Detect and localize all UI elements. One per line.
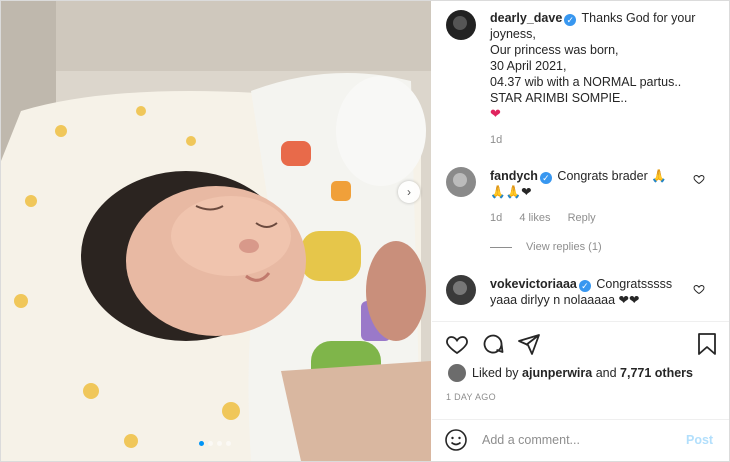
like-button[interactable] [444,331,470,357]
comment-text: Congrats brader 🙏 [557,169,667,183]
comment-icon [483,334,504,354]
others-likes-link[interactable]: 7,771 others [620,366,693,380]
caption-meta: 1d [490,134,516,146]
share-button[interactable] [516,331,542,357]
verified-badge-icon: ✓ [539,172,552,184]
likes-summary: Liked by ajunperwira and 7,771 others [448,364,693,382]
save-button[interactable] [694,331,720,357]
comment-time[interactable]: 1d [490,212,502,224]
commenter-username[interactable]: fandych [490,169,538,183]
comment-text: Congratsssss [596,277,673,291]
post-comment-button[interactable]: Post [686,433,713,447]
smiley-icon[interactable] [444,428,468,452]
post-time-ago[interactable]: 1 DAY AGO [446,392,496,402]
verified-badge-icon: ✓ [564,14,577,26]
liked-by-prefix: Liked by [472,366,519,380]
comment-input[interactable] [482,433,672,447]
caption-text-line: Our princess was born, [490,43,619,57]
carousel-dot [217,441,222,446]
reply-button[interactable]: Reply [568,212,596,224]
caption-text-line: 30 April 2021, [490,59,567,73]
caption-text-line: 04.37 wib with a NORMAL partus.. [490,75,682,89]
commenter-username[interactable]: vokevictoriaaa [490,277,577,291]
comment-item: vokevictoriaaa ✓ Congratsssss yaaa dirlyy… [490,276,690,308]
carousel-dot [208,441,213,446]
caption-text-line: joyness, [490,27,536,41]
newborn-baby-image [1,1,431,461]
comment-button[interactable] [480,331,506,357]
bookmark-icon [698,333,716,355]
comment-item: fandych ✓ Congrats brader 🙏 🙏🙏❤ [490,168,690,200]
author-avatar[interactable] [446,10,476,40]
heart-outline-icon [446,336,468,355]
divider [432,321,729,322]
liker-username[interactable]: ajunperwira [522,366,592,380]
heart-outline-icon [693,284,705,295]
view-replies-button[interactable]: View replies (1) [490,241,602,253]
divider-line [490,246,512,248]
post-photo[interactable]: › [1,1,431,461]
commenter-avatar[interactable] [446,167,476,197]
caption-text-line: STAR ARIMBI SOMPIE.. [490,91,628,105]
verified-badge-icon: ✓ [578,280,591,292]
comment-text-line2: 🙏🙏❤ [490,185,532,199]
heart-outline-icon [693,174,705,185]
caption-time[interactable]: 1d [490,134,502,146]
author-username[interactable]: dearly_dave [490,11,562,25]
carousel-indicator [199,441,231,446]
liked-by-and: and [595,366,617,380]
carousel-dot [199,441,204,446]
liker-avatar[interactable] [448,364,466,382]
paper-plane-icon [518,334,540,355]
add-comment-form: Post [432,419,729,461]
carousel-dot [226,441,231,446]
view-replies-label: View replies (1) [526,241,602,253]
comment-like-button[interactable] [693,283,705,298]
instagram-post-modal: › dearly_dave ✓ Thanks God for your joyne… [0,0,730,462]
post-actions-bar [444,331,720,357]
comment-text-line2: yaaa dirlyy n nolaaaaa ❤❤ [490,293,640,307]
comment-like-button[interactable] [693,173,705,188]
commenter-avatar[interactable] [446,275,476,305]
comment-meta: 1d 4 likes Reply [490,212,610,224]
comment-likes[interactable]: 4 likes [519,212,550,224]
post-caption: dearly_dave ✓ Thanks God for your joyness… [490,10,720,122]
caption-heart-emoji: ❤ [490,106,501,121]
chevron-right-icon: › [407,185,411,199]
caption-text-line: Thanks God for your [581,11,696,25]
carousel-next-button[interactable]: › [398,181,420,203]
post-side-panel: dearly_dave ✓ Thanks God for your joyness… [432,1,729,461]
